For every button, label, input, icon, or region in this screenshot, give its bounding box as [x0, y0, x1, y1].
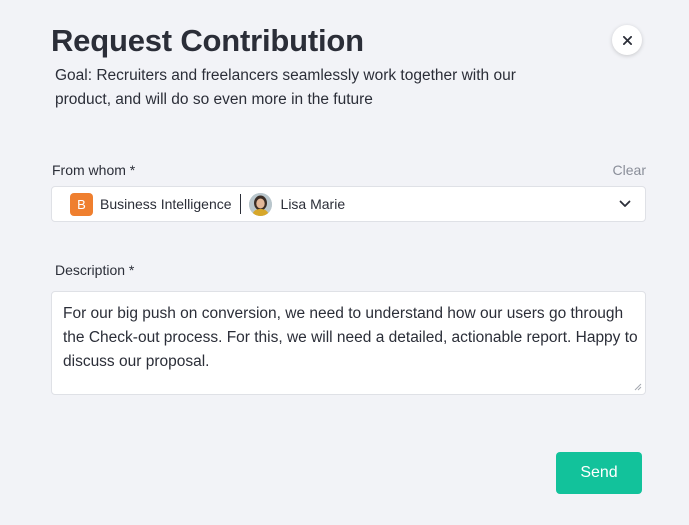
- from-whom-select[interactable]: B Business Intelligence Lisa Marie: [51, 186, 646, 222]
- clear-link[interactable]: Clear: [613, 162, 646, 178]
- chip-separator: [239, 194, 241, 214]
- dialog-title: Request Contribution: [51, 23, 364, 58]
- user-chip[interactable]: Lisa Marie: [248, 192, 346, 216]
- description-textarea[interactable]: For our big push on conversion, we need …: [51, 291, 646, 395]
- avatar: [248, 192, 272, 216]
- team-name: Business Intelligence: [100, 196, 232, 212]
- team-avatar: B: [70, 192, 93, 216]
- goal-text: Goal: Recruiters and freelancers seamles…: [55, 67, 516, 108]
- send-button[interactable]: Send: [556, 452, 642, 494]
- user-name: Lisa Marie: [280, 196, 346, 212]
- description-label: Description *: [55, 262, 135, 278]
- chevron-down-icon[interactable]: [619, 198, 631, 210]
- close-button[interactable]: [612, 25, 642, 55]
- description-value[interactable]: For our big push on conversion, we need …: [63, 302, 638, 374]
- close-icon: [622, 35, 632, 45]
- resize-grip-icon[interactable]: [634, 383, 642, 391]
- team-chip[interactable]: B Business Intelligence: [70, 192, 232, 216]
- from-whom-label: From whom *: [52, 162, 136, 178]
